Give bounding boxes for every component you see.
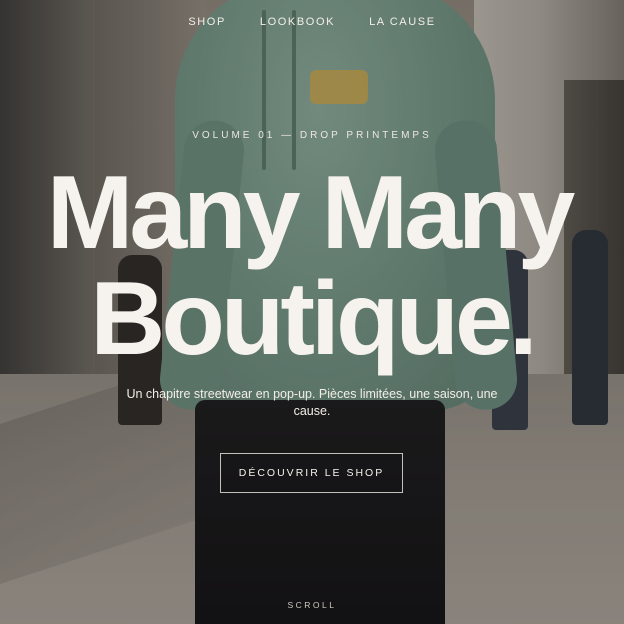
- hero-subtitle: Un chapitre streetwear en pop-up. Pièces…: [126, 387, 498, 418]
- hero-title-line2: Boutique.: [90, 261, 537, 377]
- discover-shop-button[interactable]: DÉCOUVRIR LE SHOP: [220, 453, 403, 493]
- top-nav: SHOP LOOKBOOK LA CAUSE: [0, 16, 624, 28]
- nav-item-lookbook[interactable]: LOOKBOOK: [260, 16, 335, 28]
- hero-eyebrow: VOLUME 01 — DROP PRINTEMPS: [192, 130, 432, 141]
- nav-item-la-cause[interactable]: LA CAUSE: [369, 16, 436, 28]
- scroll-indicator[interactable]: SCROLL: [0, 600, 624, 610]
- nav-item-shop[interactable]: SHOP: [188, 16, 226, 28]
- hero-title-line1: Many Many: [46, 155, 576, 271]
- hero-title: Many Many Boutique.: [0, 160, 624, 372]
